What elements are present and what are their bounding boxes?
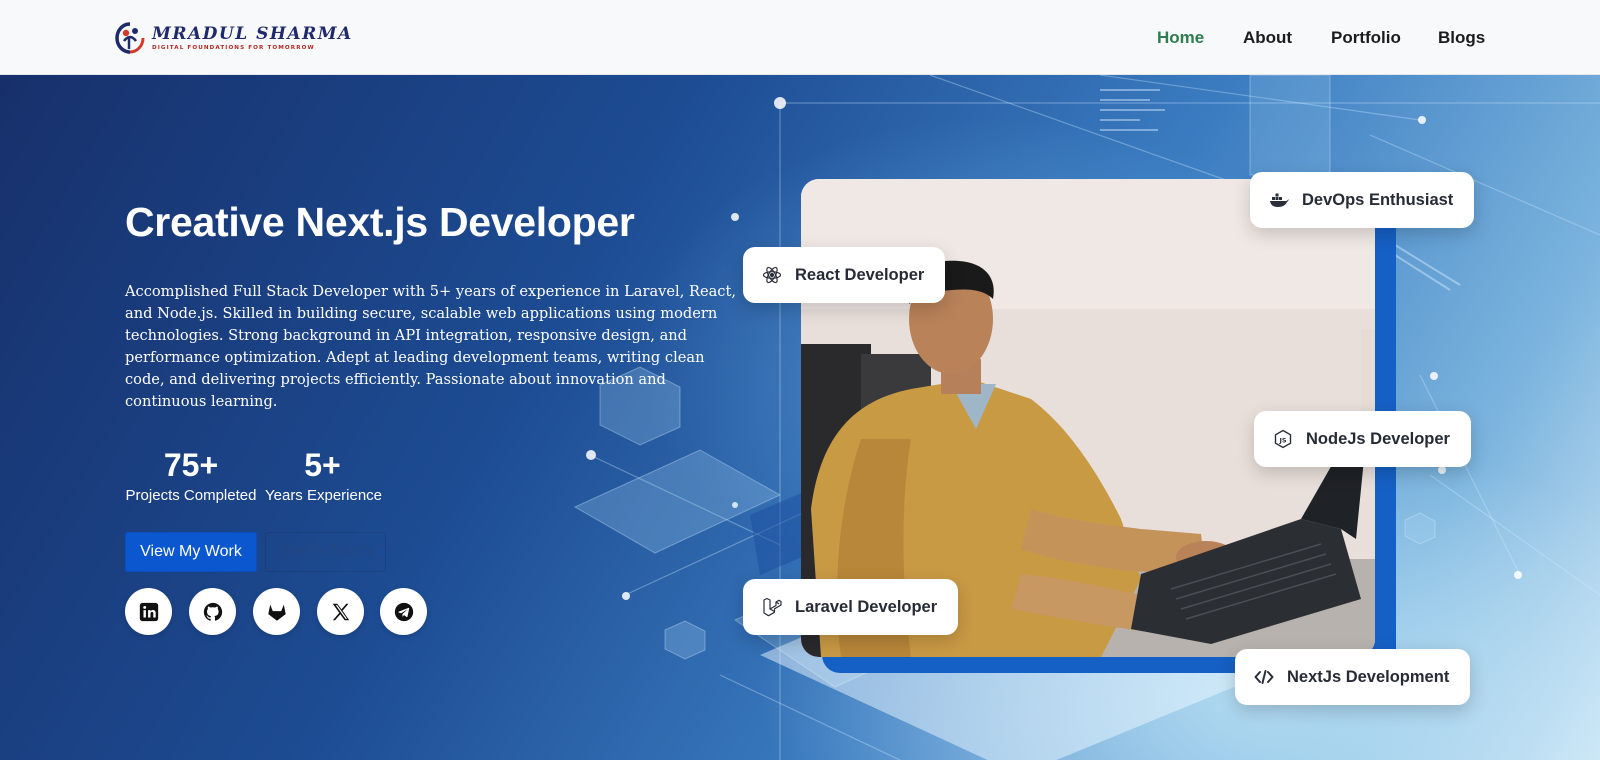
badge-nodejs-label: NodeJs Developer [1306,429,1450,448]
badge-devops-label: DevOps Enthusiast [1302,190,1454,209]
badge-react-label: React Developer [795,265,925,284]
stat-projects-value: 75+ [163,447,219,483]
hero-title: Creative Next.js Developer [125,199,635,245]
brand-tagline: DIGITAL FOUNDATIONS FOR TOMORROW [152,45,315,51]
gitlab-icon [267,604,286,621]
linkedin-icon [139,602,158,621]
badge-laravel-label: Laravel Developer [795,597,938,616]
react-icon [761,264,783,286]
badge-react: React Developer [743,247,946,303]
nodejs-icon: JS [1272,428,1294,450]
svg-text:JS: JS [1278,436,1286,444]
x-icon [332,603,349,620]
linkedin-link[interactable] [125,588,172,635]
x-twitter-link[interactable] [317,588,364,635]
docker-icon [1268,189,1290,211]
github-link[interactable] [189,588,236,635]
nav-blogs-link[interactable]: Blogs [1438,28,1485,48]
stat-projects: 75+ Projects Completed [125,447,257,506]
laravel-icon [761,596,783,618]
badge-devops: DevOps Enthusiast [1250,172,1475,228]
stat-experience: 5+ Years Experience [265,447,383,506]
badge-nextjs-label: NextJs Development [1287,667,1450,686]
brand-name: MRADUL SHARMA [152,24,353,44]
github-icon [203,602,222,621]
logo-emblem-icon [115,22,145,54]
telegram-link[interactable] [380,588,427,635]
telegram-icon [394,602,413,621]
badge-laravel: Laravel Developer [743,579,959,635]
code-icon [1253,666,1275,688]
stat-projects-label: Projects Completed [125,487,257,504]
hero-description: Accomplished Full Stack Developer with 5… [125,283,736,410]
badge-nodejs: JS NodeJs Developer [1254,411,1471,467]
top-navbar: MRADUL SHARMA DIGITAL FOUNDATIONS FOR TO… [0,0,1600,75]
view-my-work-button[interactable]: View My Work [125,532,257,572]
nav-home-link[interactable]: Home [1157,28,1204,48]
brand-logo[interactable]: MRADUL SHARMA DIGITAL FOUNDATIONS FOR TO… [114,20,353,56]
gitlab-link[interactable] [253,588,300,635]
get-in-touch-button[interactable]: Get In Touch [265,532,386,572]
hero-section: Creative Next.js Developer Accomplished … [0,75,1600,760]
stat-experience-value: 5+ [304,447,341,483]
nav-about-link[interactable]: About [1243,28,1292,48]
nav-portfolio-link[interactable]: Portfolio [1331,28,1401,48]
badge-nextjs: NextJs Development [1235,649,1471,705]
stat-experience-label: Years Experience [265,487,383,504]
